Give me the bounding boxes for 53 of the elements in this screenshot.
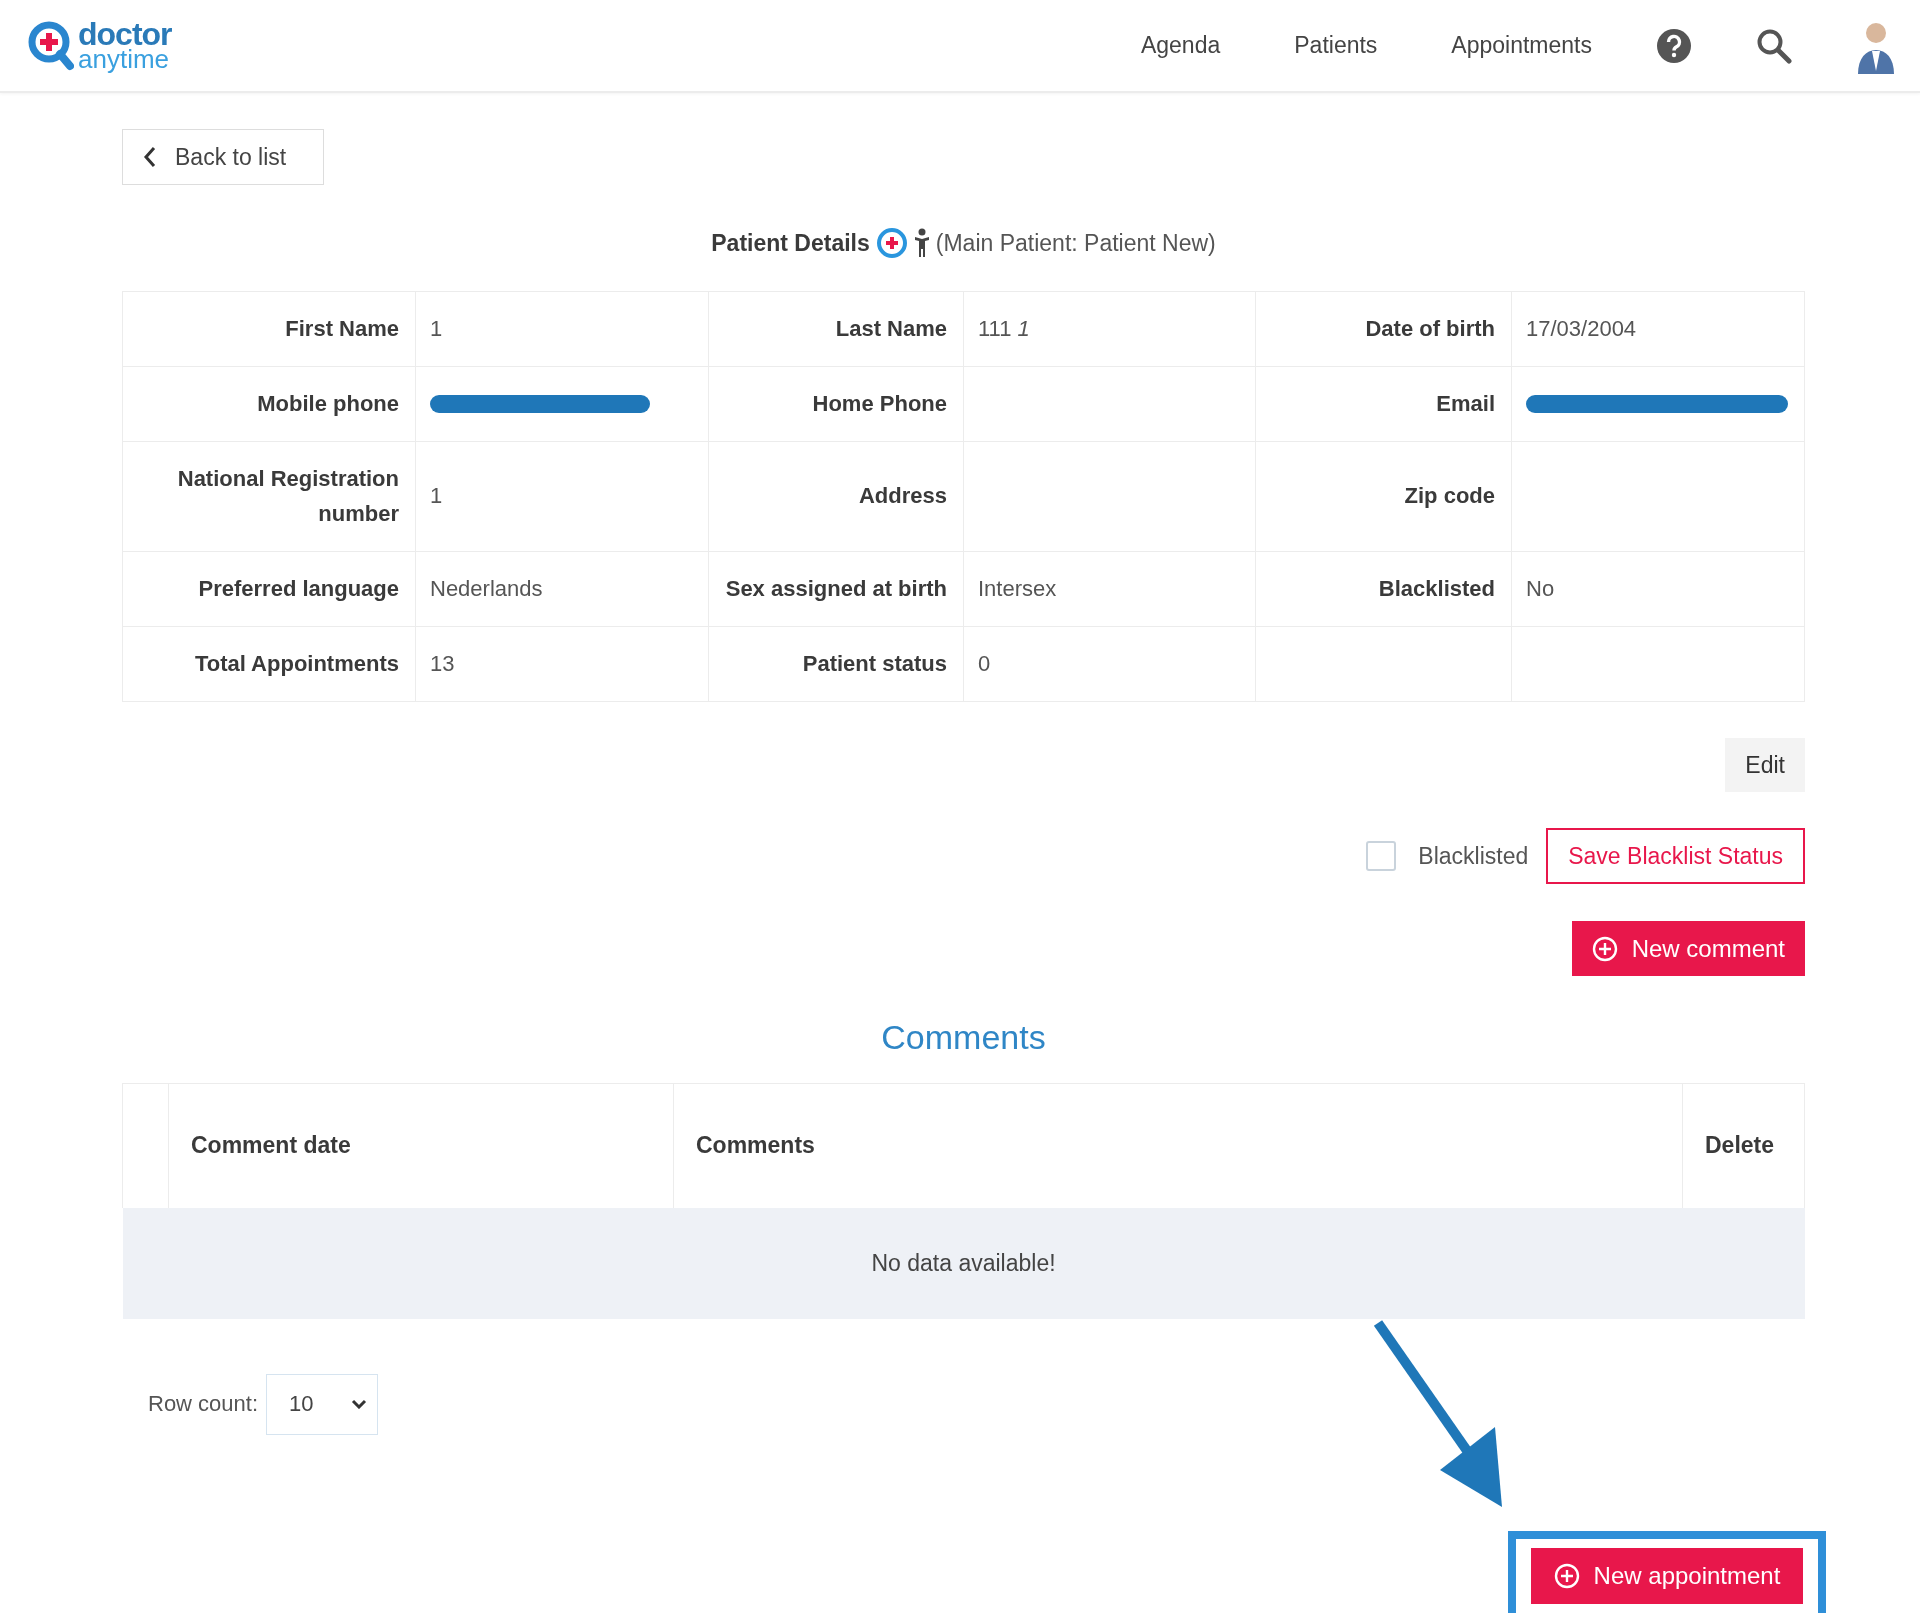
edit-button[interactable]: Edit xyxy=(1725,738,1805,792)
new-comment-button[interactable]: New comment xyxy=(1571,921,1805,976)
blacklisted-checkbox[interactable] xyxy=(1366,841,1397,871)
field-label: Email xyxy=(1436,390,1495,416)
field-value: Intersex xyxy=(978,575,1057,601)
field-label: National Registration number xyxy=(177,466,399,526)
row-count-label: Row count: xyxy=(148,1391,259,1417)
field-label: Sex assigned at birth xyxy=(725,575,947,601)
field-value: 0 xyxy=(978,650,991,676)
field-value: 111 1 xyxy=(978,315,1030,341)
comments-title: Comments xyxy=(880,1018,1047,1057)
column-header: Comments xyxy=(696,1132,815,1159)
field-label: Total Appointments xyxy=(194,650,399,676)
field-label: Patient status xyxy=(802,650,947,676)
field-value: No xyxy=(1526,575,1555,601)
field-label: Last Name xyxy=(835,315,947,341)
help-icon[interactable] xyxy=(1656,27,1692,64)
field-label: Address xyxy=(858,483,947,509)
search-icon[interactable] xyxy=(1756,27,1792,64)
logo-text: doctor xyxy=(78,20,172,49)
new-appointment-button[interactable]: New appointment xyxy=(1531,1548,1803,1604)
chevron-down-icon xyxy=(351,1399,368,1409)
back-button[interactable]: Back to list xyxy=(122,129,324,185)
field-label: First Name xyxy=(285,315,399,341)
medical-badge-icon xyxy=(875,227,908,259)
checkbox-label: Blacklisted xyxy=(1418,842,1529,870)
column-header: Delete xyxy=(1705,1132,1775,1159)
logo-text: anytime xyxy=(78,48,170,71)
field-label: Preferred language xyxy=(198,575,399,601)
main-patient-note: (Main Patient: Patient New) xyxy=(935,229,1216,257)
field-label: Home Phone xyxy=(812,390,947,416)
field-label: Mobile phone xyxy=(257,390,399,416)
field-value: 1 xyxy=(430,315,443,341)
field-label: Zip code xyxy=(1404,483,1495,509)
section-title: Patient Details xyxy=(711,229,870,257)
field-value: 13 xyxy=(430,650,455,676)
field-value: 1 xyxy=(430,483,443,509)
plus-circle-icon xyxy=(1591,935,1618,962)
nav-link[interactable]: Agenda xyxy=(1140,32,1221,59)
chevron-left-icon xyxy=(143,146,157,168)
nav-link[interactable]: Appointments xyxy=(1451,32,1592,59)
field-label: Date of birth xyxy=(1365,315,1495,341)
row-count-select[interactable]: 10 xyxy=(266,1373,379,1435)
empty-message: No data available! xyxy=(871,1249,1056,1276)
person-icon xyxy=(913,228,930,258)
save-blacklist-button[interactable]: Save Blacklist Status xyxy=(1546,828,1805,884)
logo-icon xyxy=(28,20,74,71)
column-header: Comment date xyxy=(191,1132,351,1159)
field-value: Nederlands xyxy=(430,575,543,601)
field-label: Blacklisted xyxy=(1378,575,1495,601)
field-value: 17/03/2004 xyxy=(1526,315,1637,341)
plus-circle-icon xyxy=(1553,1563,1580,1589)
nav-link[interactable]: Patients xyxy=(1294,32,1378,59)
